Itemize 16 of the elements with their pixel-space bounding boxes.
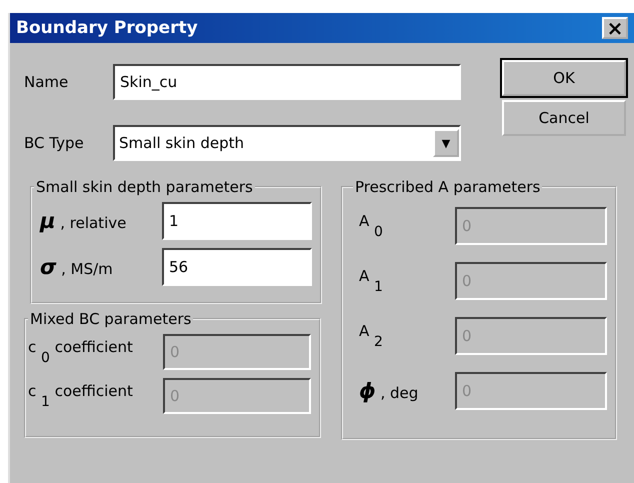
name-field[interactable]: Skin_cu bbox=[113, 64, 461, 100]
dialog-button[interactable]: Cancel bbox=[502, 100, 626, 136]
group-title: Mixed BC parameters bbox=[29, 310, 192, 328]
bc-type-dropdown[interactable]: Small skin depth ▼ bbox=[113, 125, 461, 161]
close-button[interactable]: × bbox=[602, 17, 628, 39]
group-title: Prescribed A parameters bbox=[354, 178, 542, 196]
name-label: Name bbox=[24, 73, 70, 91]
window-title: Boundary Property bbox=[16, 18, 198, 38]
bc-type-label: BC Type bbox=[24, 134, 85, 152]
parameter-field[interactable]: 1 bbox=[162, 202, 312, 240]
parameter-field[interactable]: 56 bbox=[162, 248, 312, 286]
group-title: Small skin depth parameters bbox=[35, 178, 254, 196]
field-label: σ , MS/m bbox=[40, 255, 113, 279]
dialog-button[interactable]: OK bbox=[502, 60, 626, 96]
field-label: ϕ , deg bbox=[359, 378, 418, 402]
field-label: μ , relative bbox=[40, 209, 126, 233]
